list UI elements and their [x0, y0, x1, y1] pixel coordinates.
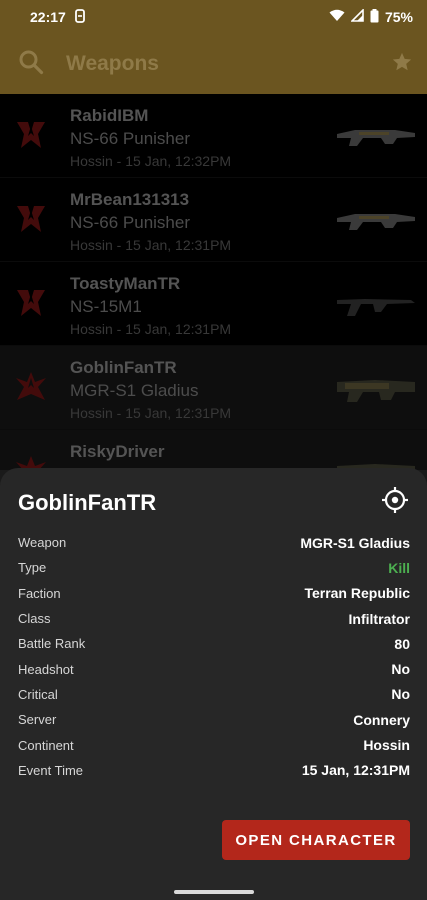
search-input[interactable]: Weapons	[66, 52, 159, 76]
player-name: RabidIBM	[70, 106, 149, 125]
weapon-image	[335, 122, 417, 152]
event-meta: Hossin - 15 Jan, 12:32PM	[70, 153, 232, 169]
detail-label: Type	[18, 560, 47, 576]
weapon-image	[335, 374, 417, 404]
list-item[interactable]: RabidIBM NS-66 Punisher Hossin - 15 Jan,…	[0, 94, 427, 178]
event-meta: Hossin - 15 Jan, 12:31PM	[70, 321, 232, 337]
detail-row-weapon: Weapon MGR-S1 Gladius	[18, 530, 410, 555]
detail-value: Infiltrator	[348, 610, 410, 627]
details-list: Weapon MGR-S1 Gladius Type Kill Faction …	[18, 530, 410, 783]
weapon-image	[335, 290, 417, 320]
event-meta: Hossin - 15 Jan, 12:31PM	[70, 405, 232, 421]
detail-label: Class	[18, 611, 51, 627]
event-list: RabidIBM NS-66 Punisher Hossin - 15 Jan,…	[0, 94, 427, 514]
weapon-image	[335, 206, 417, 236]
search-icon[interactable]	[18, 49, 44, 80]
detail-value: Kill	[388, 559, 410, 576]
detail-row-class: Class Infiltrator	[18, 606, 410, 631]
detail-row-faction: Faction Terran Republic	[18, 581, 410, 606]
detail-value: No	[391, 661, 410, 678]
detail-row-type: Type Kill	[18, 555, 410, 580]
list-item[interactable]: GoblinFanTR MGR-S1 Gladius Hossin - 15 J…	[0, 346, 427, 430]
app-bar: Weapons	[0, 34, 427, 94]
tr-faction-icon	[14, 370, 48, 404]
home-indicator[interactable]	[174, 890, 254, 894]
detail-value: No	[391, 686, 410, 703]
player-name: ToastyManTR	[70, 274, 181, 293]
event-meta: Hossin - 15 Jan, 12:31PM	[70, 237, 232, 253]
detail-value: MGR-S1 Gladius	[300, 534, 410, 551]
detail-label: Battle Rank	[18, 636, 86, 652]
detail-label: Server	[18, 712, 57, 728]
detail-value: Terran Republic	[304, 585, 410, 602]
detail-row-headshot: Headshot No	[18, 656, 410, 681]
detail-value: Connery	[353, 711, 410, 728]
tr-faction-icon	[14, 118, 48, 152]
detail-label: Critical	[18, 686, 58, 702]
detail-value: 80	[394, 635, 410, 652]
weapon-name: MGR-S1 Gladius	[70, 381, 199, 400]
tr-faction-icon	[14, 286, 48, 320]
weapon-name: NS-66 Punisher	[70, 213, 191, 232]
crosshair-icon[interactable]	[381, 486, 409, 514]
battery-icon	[370, 8, 379, 26]
star-icon[interactable]	[391, 51, 413, 78]
tr-faction-icon	[14, 202, 48, 236]
detail-value: Hossin	[363, 737, 410, 754]
list-item[interactable]: ToastyManTR NS-15M1 Hossin - 15 Jan, 12:…	[0, 262, 427, 346]
detail-row-critical: Critical No	[18, 682, 410, 707]
event-detail-sheet: GoblinFanTR Weapon MGR-S1 Gladius Type K…	[0, 468, 427, 900]
weapon-name: NS-15M1	[70, 297, 142, 316]
battery-percent: 75%	[384, 9, 413, 25]
detail-value: 15 Jan, 12:31PM	[301, 762, 410, 779]
detail-row-battle-rank: Battle Rank 80	[18, 631, 410, 656]
detail-label: Event Time	[18, 762, 84, 778]
detail-row-event-time: Event Time 15 Jan, 12:31PM	[18, 758, 410, 783]
player-name: GoblinFanTR	[70, 358, 177, 377]
wifi-icon	[329, 9, 345, 25]
player-name: RiskyDriver	[70, 442, 165, 461]
detail-label: Weapon	[18, 535, 67, 551]
detail-label: Headshot	[18, 661, 74, 677]
status-bar: 22:17 75%	[0, 0, 427, 34]
player-name: MrBean131313	[70, 190, 190, 209]
sheet-title: GoblinFanTR	[18, 490, 157, 515]
open-character-button[interactable]: OPEN CHARACTER	[222, 820, 410, 860]
detail-label: Faction	[18, 585, 61, 601]
status-time: 22:17	[30, 9, 66, 25]
signal-icon	[350, 8, 364, 25]
detail-row-continent: Continent Hossin	[18, 732, 410, 757]
detail-label: Continent	[18, 737, 74, 753]
weapon-name: NS-66 Punisher	[70, 129, 191, 148]
notification-icon	[74, 8, 86, 26]
list-item[interactable]: MrBean131313 NS-66 Punisher Hossin - 15 …	[0, 178, 427, 262]
detail-row-server: Server Connery	[18, 707, 410, 732]
